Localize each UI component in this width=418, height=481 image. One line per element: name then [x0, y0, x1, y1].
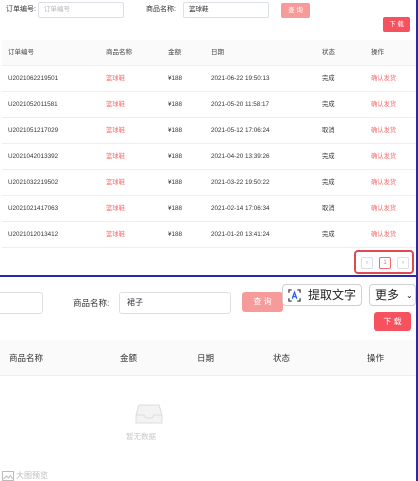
more-label: 更多 [375, 288, 400, 302]
status-cell: 取消 [322, 205, 335, 212]
header-action: 操作 [371, 49, 384, 56]
table-header: 订单编号 商品名称 金额 日期 状态 操作 [2, 40, 416, 66]
order-number-cell: U2021012013412 [8, 231, 59, 238]
amount-cell: ¥188 [168, 179, 183, 186]
order-number-input-partial[interactable] [0, 292, 43, 314]
chevron-down-icon: ⌄ [406, 291, 413, 300]
product-name-cell[interactable]: 篮球鞋 [106, 118, 125, 144]
query-button[interactable]: 查 询 [281, 3, 310, 18]
order-list-panel: 订单编号: 订单编号 商品名称: 篮球鞋 查 询 下 载 订单编号 商品名称 金… [0, 0, 418, 274]
amount-cell: ¥188 [168, 153, 183, 160]
amount-cell: ¥188 [168, 75, 183, 82]
date-cell: 2021-05-20 11:58:17 [211, 101, 270, 108]
date-cell: 2021-05-12 17:06:24 [211, 127, 270, 134]
prev-page-button[interactable]: ‹ [361, 257, 373, 269]
download-button[interactable]: 下 载 [383, 17, 410, 32]
confirm-shipment-link[interactable]: 确认发货 [371, 196, 396, 222]
confirm-shipment-link[interactable]: 确认发货 [371, 66, 396, 92]
header-date: 日期 [211, 49, 224, 56]
amount-cell: ¥188 [168, 231, 183, 238]
empty-state-text: 暂无数据 [126, 432, 156, 441]
header-order-number: 订单编号 [8, 49, 34, 56]
order-number-cell: U2021051217029 [8, 127, 59, 134]
order-number-cell: U2021042013392 [8, 153, 59, 160]
table-row: U2021042013392 篮球鞋 ¥188 2021-04-20 13:39:26… [2, 144, 416, 170]
product-name-input-lg[interactable]: 裙子 [119, 292, 231, 314]
status-cell: 完成 [322, 231, 335, 238]
order-number-cell: U2021062219501 [8, 75, 59, 82]
pagination: ‹ 1 › [354, 250, 414, 274]
header-action-lg: 操作 [367, 353, 385, 363]
table-row: U2021051217029 篮球鞋 ¥188 2021-05-12 17:06:24… [2, 118, 416, 144]
order-number-cell: U2021052011581 [8, 101, 58, 108]
status-cell: 取消 [322, 127, 335, 134]
table-row: U2021012013412 篮球鞋 ¥188 2021-01-20 13:41:24… [2, 222, 416, 248]
confirm-shipment-link[interactable]: 确认发货 [371, 170, 396, 196]
product-name-cell[interactable]: 篮球鞋 [106, 144, 125, 170]
status-cell: 完成 [322, 75, 335, 82]
text-extract-icon [288, 289, 301, 302]
download-button-lg[interactable]: 下 载 [374, 312, 411, 331]
amount-cell: ¥188 [168, 205, 183, 212]
header-status-lg: 状态 [273, 353, 291, 363]
product-name-cell[interactable]: 篮球鞋 [106, 66, 125, 92]
amount-cell: ¥188 [168, 101, 183, 108]
product-name-cell[interactable]: 篮球鞋 [106, 222, 125, 248]
date-cell: 2021-01-20 13:41:24 [211, 231, 270, 238]
empty-result-panel: 商品名称: 裙子 查 询 提取文字 更多 ⌄ 下 载 商品名称 金额 日期 状态… [0, 277, 416, 481]
table-header-empty: 商品名称 金额 日期 状态 操作 [0, 340, 416, 376]
confirm-shipment-link[interactable]: 确认发货 [371, 92, 396, 118]
header-status: 状态 [322, 49, 335, 56]
next-page-button[interactable]: › [397, 257, 409, 269]
order-number-cell: U2021032219502 [8, 179, 59, 186]
product-name-cell[interactable]: 篮球鞋 [106, 92, 125, 118]
confirm-shipment-link[interactable]: 确认发货 [371, 222, 396, 248]
status-cell: 完成 [322, 101, 335, 108]
preview-watermark: 大图预览 [2, 470, 64, 481]
order-table: 订单编号 商品名称 金额 日期 状态 操作 U2021062219501 篮球鞋 ¥… [2, 40, 416, 248]
date-cell: 2021-02-14 17:06:34 [211, 205, 270, 212]
more-menu-button[interactable]: 更多 ⌄ [369, 284, 416, 306]
page-1-button[interactable]: 1 [379, 257, 391, 269]
product-name-input[interactable]: 篮球鞋 [183, 2, 269, 18]
image-icon [2, 471, 14, 481]
order-number-label: 订单编号: [6, 6, 36, 13]
header-date-lg: 日期 [197, 353, 215, 363]
status-cell: 完成 [322, 179, 335, 186]
extract-text-button[interactable]: 提取文字 [282, 284, 362, 306]
date-cell: 2021-04-20 13:39:26 [211, 153, 270, 160]
order-number-cell: U2021021417063 [8, 205, 59, 212]
amount-cell: ¥188 [168, 127, 183, 134]
header-amount-lg: 金额 [120, 353, 138, 363]
confirm-shipment-link[interactable]: 确认发货 [371, 144, 396, 170]
query-button-lg[interactable]: 查 询 [242, 292, 283, 312]
table-row: U2021032219502 篮球鞋 ¥188 2021-03-22 19:50:22… [2, 170, 416, 196]
filter-bar: 订单编号: 订单编号 商品名称: 篮球鞋 [0, 0, 418, 20]
product-name-label: 商品名称: [146, 6, 176, 13]
watermark-text: 大图预览 [16, 471, 48, 480]
empty-inbox-icon [135, 404, 163, 424]
table-row: U2021052011581 篮球鞋 ¥188 2021-05-20 11:58:17… [2, 92, 416, 118]
order-number-input[interactable]: 订单编号 [38, 2, 124, 18]
header-product-name: 商品名称 [106, 49, 132, 56]
header-amount: 金额 [168, 49, 181, 56]
product-name-cell[interactable]: 篮球鞋 [106, 196, 125, 222]
date-cell: 2021-06-22 19:50:13 [211, 75, 270, 82]
header-product-name-lg: 商品名称 [9, 353, 44, 363]
table-row: U2021021417063 篮球鞋 ¥188 2021-02-14 17:06:34… [2, 196, 416, 222]
status-cell: 完成 [322, 153, 335, 160]
product-name-label-lg: 商品名称: [73, 298, 110, 308]
date-cell: 2021-03-22 19:50:22 [211, 179, 270, 186]
product-name-cell[interactable]: 篮球鞋 [106, 170, 125, 196]
table-row: U2021062219501 篮球鞋 ¥188 2021-06-22 19:50:13… [2, 66, 416, 92]
confirm-shipment-link[interactable]: 确认发货 [371, 118, 396, 144]
extract-text-label: 提取文字 [308, 288, 357, 302]
